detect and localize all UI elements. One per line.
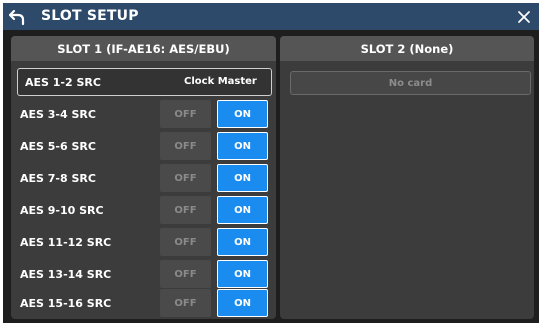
aes-3-4-src-on-button[interactable]: ON — [217, 100, 268, 128]
aes-13-14-src-row: AES 13-14 SRC OFF ON — [11, 260, 276, 290]
slot2-panel: SLOT 2 (None) No card — [280, 36, 534, 319]
aes-9-10-src-row: AES 9-10 SRC OFF ON — [11, 196, 276, 226]
no-card-status: No card — [290, 71, 531, 95]
close-icon — [518, 11, 530, 23]
aes-5-6-src-off-button[interactable]: OFF — [160, 132, 211, 160]
aes-3-4-src-row: AES 3-4 SRC OFF ON — [11, 100, 276, 130]
title-bar: SLOT SETUP — [3, 3, 539, 30]
aes-7-8-src-on-button[interactable]: ON — [217, 164, 268, 192]
aes-11-12-src-label: AES 11-12 SRC — [20, 236, 112, 249]
aes-9-10-src-off-button[interactable]: OFF — [160, 196, 211, 224]
aes-15-16-src-off-button[interactable]: OFF — [160, 289, 211, 317]
aes-15-16-src-label: AES 15-16 SRC — [20, 297, 112, 310]
aes-15-16-src-on-button[interactable]: ON — [217, 289, 268, 317]
slot1-panel: SLOT 1 (IF-AE16: AES/EBU) AES 1-2 SRC Cl… — [11, 36, 276, 319]
aes-1-2-src-label: AES 1-2 SRC — [25, 76, 101, 89]
aes-5-6-src-row: AES 5-6 SRC OFF ON — [11, 132, 276, 162]
aes-15-16-src-row: AES 15-16 SRC OFF ON — [11, 289, 276, 319]
aes-7-8-src-row: AES 7-8 SRC OFF ON — [11, 164, 276, 194]
back-arrow-icon — [8, 9, 25, 26]
aes-7-8-src-label: AES 7-8 SRC — [20, 172, 96, 185]
aes-3-4-src-label: AES 3-4 SRC — [20, 108, 96, 121]
slot1-header: SLOT 1 (IF-AE16: AES/EBU) — [11, 36, 276, 61]
clock-master-value: Clock Master — [184, 76, 257, 87]
slot2-header: SLOT 2 (None) — [280, 36, 534, 61]
aes-11-12-src-row: AES 11-12 SRC OFF ON — [11, 228, 276, 258]
aes-11-12-src-off-button[interactable]: OFF — [160, 228, 211, 256]
aes-13-14-src-on-button[interactable]: ON — [217, 260, 268, 288]
close-button[interactable] — [513, 6, 535, 28]
aes-13-14-src-off-button[interactable]: OFF — [160, 260, 211, 288]
slot-setup-screen: SLOT SETUP SLOT 1 (IF-AE16: AES/EBU) AES… — [3, 3, 539, 323]
aes-7-8-src-off-button[interactable]: OFF — [160, 164, 211, 192]
aes-13-14-src-label: AES 13-14 SRC — [20, 268, 112, 281]
aes-11-12-src-on-button[interactable]: ON — [217, 228, 268, 256]
page-title: SLOT SETUP — [41, 8, 139, 24]
aes-9-10-src-on-button[interactable]: ON — [217, 196, 268, 224]
back-button[interactable] — [6, 6, 28, 28]
aes-1-2-src-row[interactable]: AES 1-2 SRC Clock Master — [17, 68, 272, 96]
aes-5-6-src-on-button[interactable]: ON — [217, 132, 268, 160]
aes-5-6-src-label: AES 5-6 SRC — [20, 140, 96, 153]
aes-3-4-src-off-button[interactable]: OFF — [160, 100, 211, 128]
aes-9-10-src-label: AES 9-10 SRC — [20, 204, 104, 217]
